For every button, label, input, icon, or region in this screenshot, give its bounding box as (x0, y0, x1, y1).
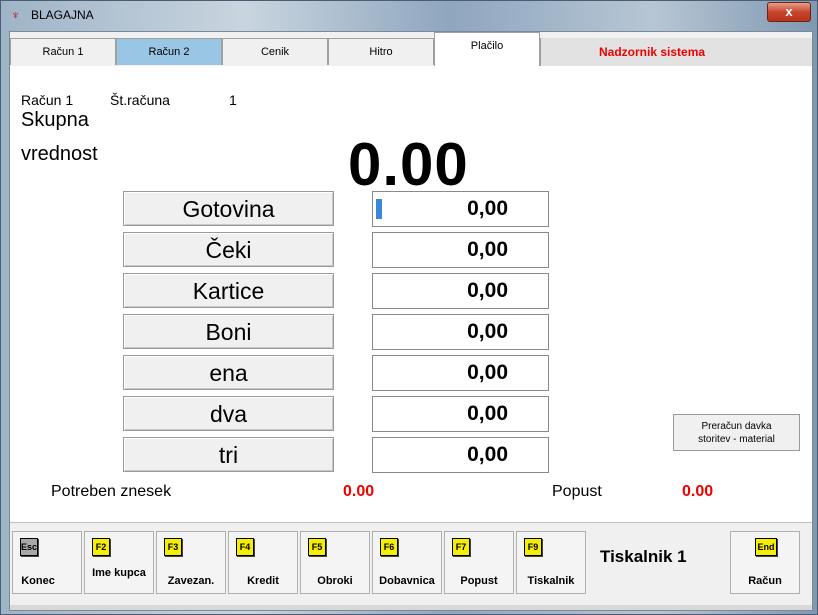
tab-hitro[interactable]: Hitro (328, 38, 434, 65)
tab-racun-2[interactable]: Račun 2 (116, 38, 222, 65)
discount-value: 0.00 (682, 483, 714, 500)
fkey-label: Ime kupca (92, 567, 146, 579)
payment-button-boni[interactable]: Boni (123, 314, 334, 349)
fkey-ime-kupca-button[interactable]: F2 Ime kupca (84, 531, 154, 594)
payment-field-kartice[interactable]: 0,00 (372, 273, 549, 309)
end-key-icon: End (755, 538, 777, 556)
payment-field-tri[interactable]: 0,00 (372, 437, 549, 473)
f4-key-icon: F4 (236, 538, 254, 556)
payment-field-dva[interactable]: 0,00 (372, 396, 549, 432)
payment-field-ena[interactable]: 0,00 (372, 355, 549, 391)
payment-button-kartice[interactable]: Kartice (123, 273, 334, 308)
payment-field-boni[interactable]: 0,00 (372, 314, 549, 350)
supervisor-status: Nadzornik sistema (540, 38, 812, 66)
fkey-obroki-button[interactable]: F5 Obroki (300, 531, 370, 594)
f2-key-icon: F2 (92, 538, 110, 556)
function-key-bar: Esc Konec F2 Ime kupca F3 Zavezan. F4 Kr… (10, 522, 812, 606)
f9-key-icon: F9 (524, 538, 542, 556)
client-area: Račun 1 Račun 2 Cenik Hitro Plačilo Nadz… (9, 31, 813, 611)
app-icon: ♆ (11, 8, 20, 22)
fkey-label: Tiskalnik (527, 575, 575, 587)
fkey-popust-button[interactable]: F7 Popust (444, 531, 514, 594)
fkey-dobavnica-button[interactable]: F6 Dobavnica (372, 531, 442, 594)
tab-placilo[interactable]: Plačilo (434, 32, 540, 66)
fkey-label: Kredit (247, 575, 279, 587)
app-window: ♆ BLAGAJNA x Račun 1 Račun 2 Cenik Hitro… (0, 0, 818, 615)
f3-key-icon: F3 (164, 538, 182, 556)
tab-bar: Račun 1 Račun 2 Cenik Hitro Plačilo Nadz… (10, 32, 812, 66)
account-number-label: Št.računa (110, 92, 170, 108)
account-label: Račun 1 (21, 92, 74, 108)
payment-field-ceki[interactable]: 0,00 (372, 232, 549, 268)
fkey-zavezan-button[interactable]: F3 Zavezan. (156, 531, 226, 594)
printer-name: Tiskalnik 1 (600, 547, 687, 566)
f5-key-icon: F5 (308, 538, 326, 556)
required-amount-value: 0.00 (343, 483, 375, 500)
payment-button-ena[interactable]: ena (123, 355, 334, 390)
fkey-kredit-button[interactable]: F4 Kredit (228, 531, 298, 594)
payment-field-gotovina[interactable]: 0,00 (372, 191, 549, 227)
payment-button-ceki[interactable]: Čeki (123, 232, 334, 267)
account-number: 1 (229, 92, 237, 108)
fkey-racun-button[interactable]: End Račun (730, 531, 800, 594)
payment-button-dva[interactable]: dva (123, 396, 334, 431)
total-value: 0.00 (348, 131, 469, 198)
tab-racun-1[interactable]: Račun 1 (10, 38, 116, 65)
payment-button-gotovina[interactable]: Gotovina (123, 191, 334, 226)
tab-cenik[interactable]: Cenik (222, 38, 328, 65)
close-button[interactable]: x (767, 2, 811, 22)
fkey-label: Popust (460, 575, 498, 587)
fkey-label: Zavezan. (167, 575, 215, 587)
window-title: BLAGAJNA (31, 8, 94, 22)
payment-button-tri[interactable]: tri (123, 437, 334, 472)
tax-recalc-button[interactable]: Preračun davka storitev - material (673, 414, 800, 451)
tax-recalc-line1: Preračun davka (701, 421, 772, 432)
fkey-konec-button[interactable]: Esc Konec (12, 531, 82, 594)
f6-key-icon: F6 (380, 538, 398, 556)
fkey-label: Račun (748, 575, 782, 587)
esc-key-icon: Esc (20, 538, 38, 556)
fkey-label: Konec (21, 575, 55, 587)
status-bar (10, 605, 812, 610)
title-bar: ♆ BLAGAJNA x (1, 1, 817, 31)
discount-label: Popust (552, 483, 602, 500)
required-amount-label: Potreben znesek (51, 483, 172, 500)
fkey-tiskalnik-button[interactable]: F9 Tiskalnik (516, 531, 586, 594)
fkey-label: Obroki (317, 575, 353, 587)
text-caret (376, 199, 382, 219)
total-label-line1: Skupna (21, 109, 89, 131)
total-label-line2: vrednost (21, 143, 98, 165)
tax-recalc-line2: storitev - material (698, 434, 775, 445)
fkey-label: Dobavnica (379, 575, 435, 587)
f7-key-icon: F7 (452, 538, 470, 556)
